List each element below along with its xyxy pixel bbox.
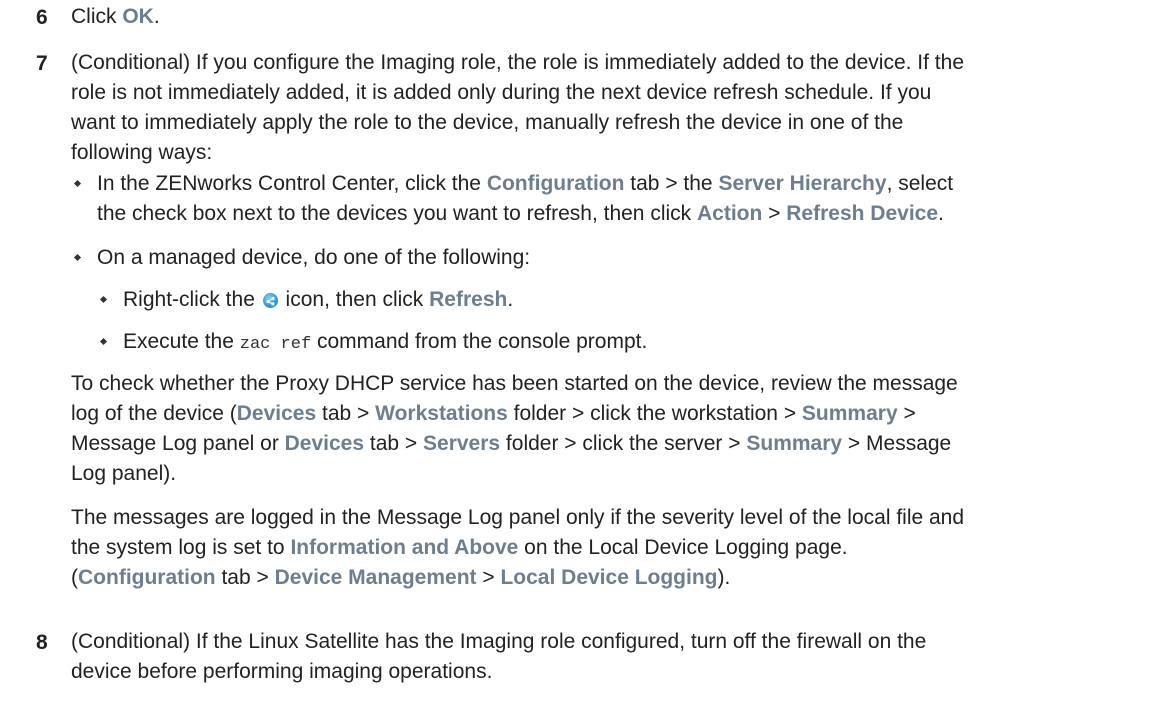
ui-term-information-and-above: Information and Above bbox=[290, 536, 519, 559]
ui-term-local-device-logging: Local Device Logging bbox=[500, 566, 718, 589]
paragraph-severity: The messages are logged in the Message L… bbox=[71, 506, 965, 589]
ui-term-configuration: Configuration bbox=[78, 566, 216, 589]
ui-term-server-hierarchy: Server Hierarchy bbox=[718, 172, 887, 195]
ui-term-refresh-device: Refresh Device bbox=[786, 202, 939, 225]
step-number: 7 bbox=[36, 52, 48, 75]
ui-term-device-management: Device Management bbox=[274, 566, 477, 589]
bullet-diamond-icon bbox=[73, 253, 82, 262]
ui-term-summary: Summary bbox=[801, 402, 898, 425]
bullet-diamond-icon bbox=[73, 179, 82, 188]
code-command: zac ref bbox=[239, 335, 312, 354]
step-text: Click OK. bbox=[71, 5, 160, 28]
ui-term-workstations: Workstations bbox=[375, 402, 508, 425]
bullet-diamond-icon bbox=[99, 295, 108, 304]
ui-term-ok: OK bbox=[122, 5, 154, 28]
paragraph-message-log: To check whether the Proxy DHCP service … bbox=[71, 372, 958, 485]
ui-term-refresh: Refresh bbox=[429, 288, 508, 311]
zenworks-icon bbox=[262, 293, 278, 308]
ui-term-servers: Servers bbox=[423, 432, 501, 455]
step-number: 6 bbox=[36, 6, 48, 29]
ui-term-devices: Devices bbox=[284, 432, 365, 455]
step-text: (Conditional) If the Linux Satellite has… bbox=[71, 630, 927, 683]
ui-term-action: Action bbox=[697, 202, 763, 225]
ui-term-configuration: Configuration bbox=[486, 172, 625, 195]
ui-term-summary: Summary bbox=[746, 432, 843, 455]
step-text: (Conditional) If you configure the Imagi… bbox=[71, 51, 964, 164]
bullet-diamond-icon bbox=[99, 337, 108, 346]
ui-term-devices: Devices bbox=[236, 402, 317, 425]
step-number: 8 bbox=[36, 631, 48, 654]
